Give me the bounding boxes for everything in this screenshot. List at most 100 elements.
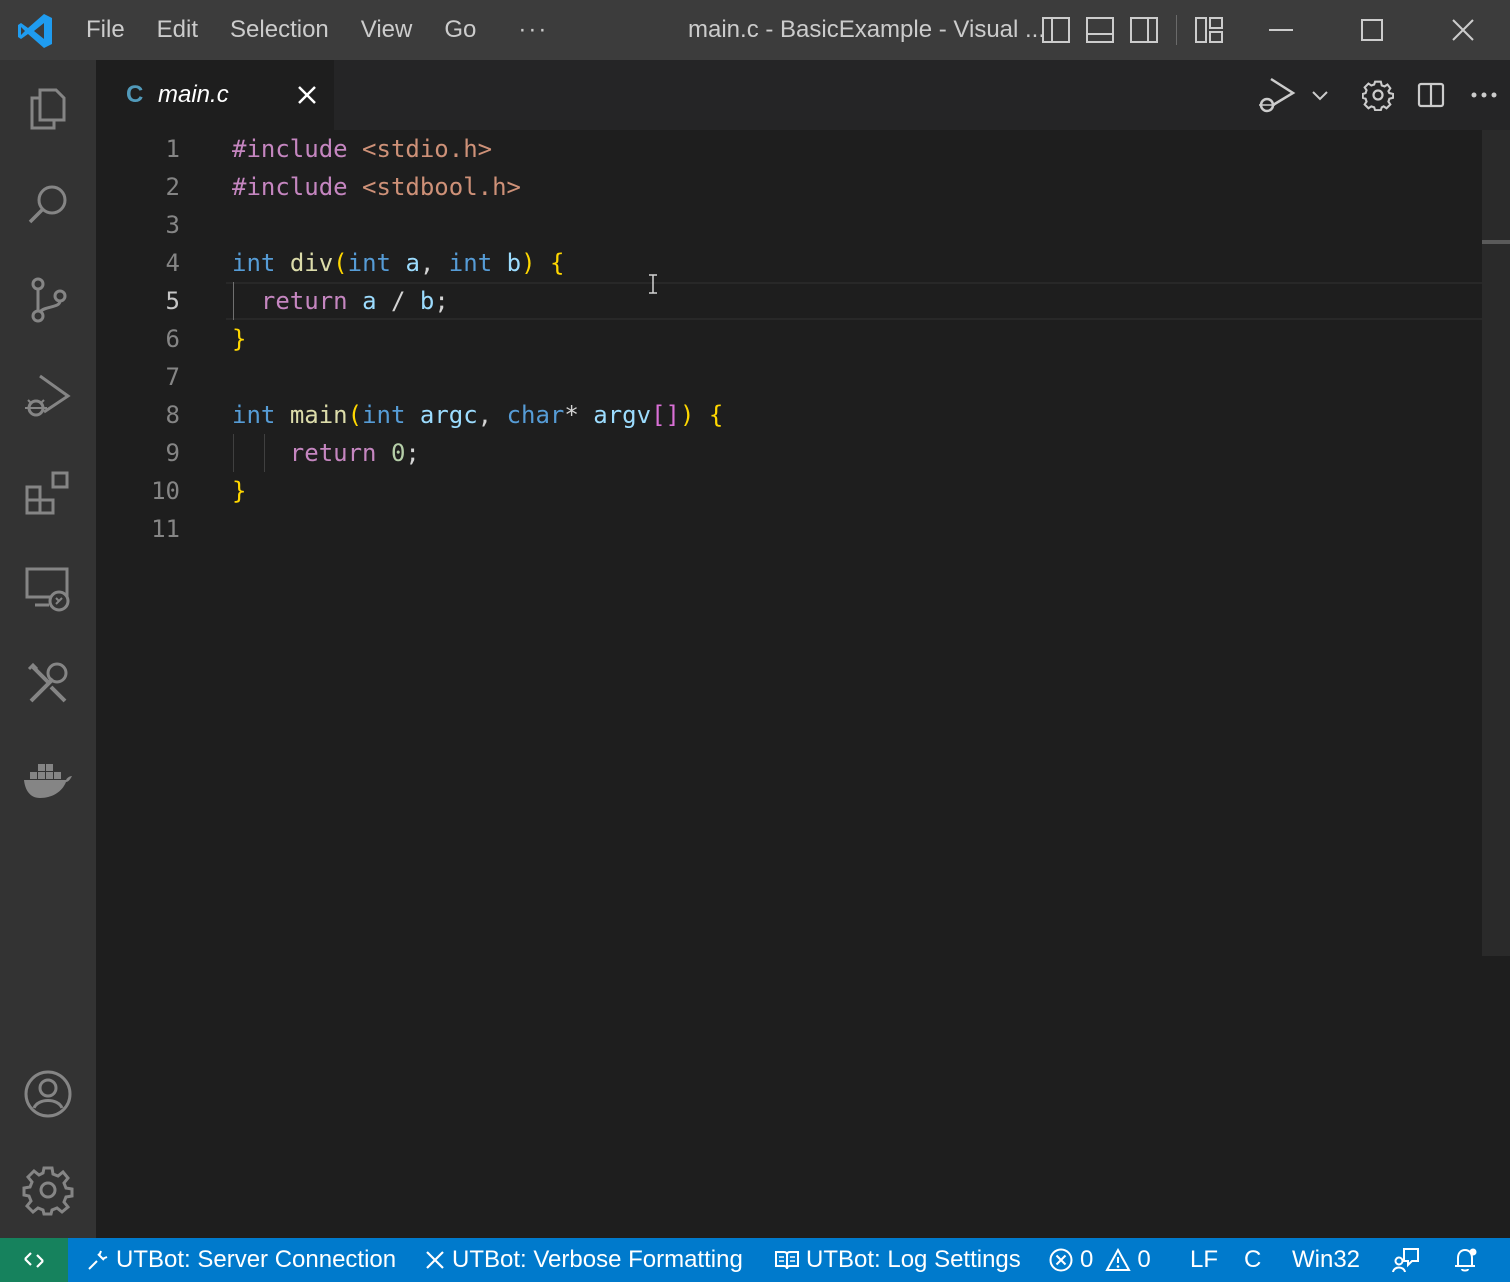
scrollbar-cursor-marker (1482, 240, 1510, 244)
maximize-button[interactable] (1327, 0, 1417, 60)
code-line-1: #include <stdio.h> (232, 130, 492, 168)
token-param: argv (593, 401, 652, 429)
language-mode-item[interactable]: C (1244, 1238, 1261, 1282)
token-comma: , (419, 249, 435, 277)
title-bar: File Edit Selection View Go ··· main.c -… (0, 0, 1510, 60)
code-line-6: } (232, 320, 246, 358)
plug-icon (86, 1248, 110, 1272)
notifications-bell-icon[interactable] (1452, 1238, 1480, 1282)
platform-item[interactable]: Win32 (1292, 1238, 1360, 1282)
close-icon (424, 1249, 446, 1271)
close-tab-icon[interactable] (292, 80, 322, 110)
utbot-tools-icon[interactable] (0, 636, 96, 732)
run-debug-file-icon[interactable] (1246, 60, 1308, 130)
line-number: 1 (165, 135, 180, 163)
token-brace: } (232, 325, 247, 353)
line-number: 9 (165, 439, 180, 467)
docker-icon[interactable] (0, 732, 96, 828)
token-header: <stdio.h> (362, 135, 493, 163)
token-param: a (405, 249, 420, 277)
window-title: main.c - BasicExample - Visual ... (688, 16, 1046, 43)
token-number: 0 (390, 439, 406, 467)
utbot-verbose-formatting-item[interactable]: UTBot: Verbose Formatting (424, 1238, 743, 1282)
minimize-button[interactable] (1236, 0, 1326, 60)
server-connection-label: UTBot: Server Connection (116, 1246, 397, 1273)
menu-file[interactable]: File (70, 0, 141, 60)
search-icon[interactable] (0, 156, 96, 252)
code-editor[interactable]: 1 2 3 4 5 6 7 8 9 10 11 #include <stdio.… (96, 130, 1510, 1238)
log-settings-label: UTBot: Log Settings (806, 1246, 1021, 1273)
editor-tab-bar: C main.c (96, 60, 1510, 130)
editor-actions (1246, 60, 1510, 130)
more-actions-icon[interactable] (1458, 60, 1510, 130)
activity-bar (0, 60, 96, 1238)
eol-item[interactable]: LF (1190, 1238, 1218, 1282)
toggle-panel-icon[interactable] (1084, 14, 1116, 46)
menu-selection[interactable]: Selection (214, 0, 345, 60)
code-line-2: #include <stdbool.h> (232, 168, 521, 206)
code-line-5: return a / b; (232, 282, 449, 320)
tab-label: main.c (158, 81, 229, 108)
line-number-active: 5 (165, 287, 180, 315)
menu-view[interactable]: View (345, 0, 429, 60)
vscode-logo-icon (16, 12, 54, 50)
toggle-primary-sidebar-icon[interactable] (1040, 14, 1072, 46)
line-number: 4 (165, 249, 180, 277)
utbot-log-settings-item[interactable]: UTBot: Log Settings (774, 1238, 1021, 1282)
token-paren: ( (333, 249, 348, 277)
toggle-secondary-sidebar-icon[interactable] (1128, 14, 1160, 46)
chevron-down-icon[interactable] (1308, 60, 1332, 130)
customize-layout-icon[interactable] (1193, 14, 1225, 46)
layout-controls (1040, 14, 1225, 46)
token-semicolon: ; (405, 439, 420, 467)
run-debug-icon[interactable] (0, 348, 96, 444)
problems-item[interactable]: 0 0 (1048, 1238, 1151, 1282)
code-line-4: int div(int a, int b) { (232, 244, 564, 282)
utbot-server-connection-item[interactable]: UTBot: Server Connection (86, 1238, 396, 1282)
explorer-icon[interactable] (0, 60, 96, 156)
layout-separator (1176, 15, 1177, 45)
account-icon[interactable] (0, 1046, 96, 1142)
close-window-button[interactable] (1418, 0, 1508, 60)
verbose-formatting-label: UTBot: Verbose Formatting (452, 1246, 743, 1273)
vertical-scrollbar[interactable] (1482, 130, 1510, 956)
warning-count: 0 (1137, 1246, 1151, 1273)
warning-icon (1105, 1248, 1132, 1272)
token-pointer: * (564, 401, 579, 429)
token-brace: { (708, 401, 724, 429)
token-directive: #include (232, 173, 348, 201)
line-number: 11 (151, 515, 180, 543)
manage-gear-icon[interactable] (0, 1142, 96, 1238)
remote-explorer-icon[interactable] (0, 540, 96, 636)
token-keyword: return (260, 287, 348, 315)
line-number: 3 (165, 211, 180, 239)
token-type: int (448, 249, 493, 277)
source-control-icon[interactable] (0, 252, 96, 348)
line-number: 8 (165, 401, 180, 429)
token-paren: ) (521, 249, 536, 277)
token-var: b (419, 287, 435, 315)
token-type: int (232, 249, 276, 277)
menu-go[interactable]: Go (428, 0, 492, 60)
menu-more-button[interactable]: ··· (492, 0, 574, 60)
token-param: b (506, 249, 522, 277)
split-editor-icon[interactable] (1404, 60, 1458, 130)
settings-gear-icon[interactable] (1352, 60, 1404, 130)
token-comma: , (477, 401, 493, 429)
line-number: 10 (151, 477, 180, 505)
token-operator: / (390, 287, 406, 315)
token-type: char (506, 401, 565, 429)
feedback-icon[interactable] (1392, 1238, 1420, 1282)
token-brace: } (232, 477, 247, 505)
c-file-icon: C (126, 81, 144, 108)
extensions-icon[interactable] (0, 444, 96, 540)
token-header: <stdbool.h> (362, 173, 521, 201)
tab-main-c[interactable]: C main.c (96, 60, 334, 130)
menu-edit[interactable]: Edit (141, 0, 214, 60)
line-number: 2 (165, 173, 180, 201)
remote-indicator-button[interactable] (0, 1238, 68, 1282)
code-line-9: return 0; (232, 434, 420, 472)
code-line-10: } (232, 472, 246, 510)
token-function: div (289, 249, 334, 277)
line-number: 6 (165, 325, 180, 353)
